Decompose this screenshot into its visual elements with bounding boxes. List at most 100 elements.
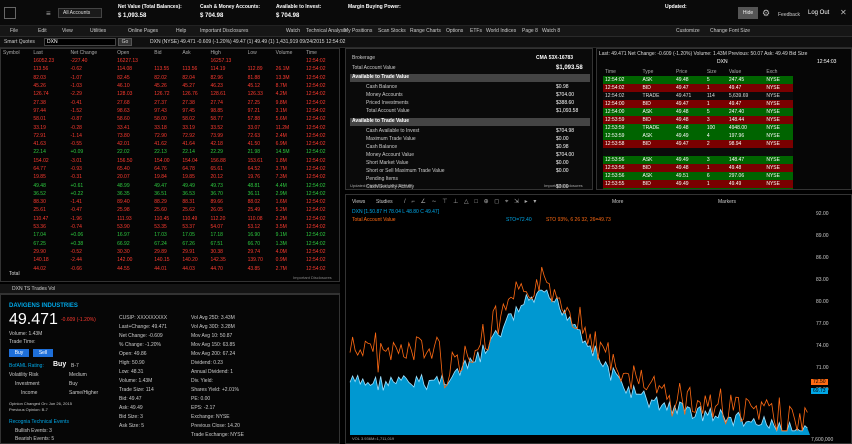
table-cell <box>1 123 31 131</box>
column-header[interactable]: Open <box>115 49 152 57</box>
layout-tab-watch-8[interactable]: Watch 8 <box>542 28 560 34</box>
table-row[interactable]: 29.90 -0.52 30.30 29.89 29.91 30.38 29.74 4.0M 1… <box>1 248 339 256</box>
tas-cell: 1 <box>704 100 727 108</box>
table-row[interactable]: 110.47 -1.96 111.93 110.45 110.49 112.20 110.0… <box>1 215 339 223</box>
menu-help[interactable]: Help <box>176 28 186 34</box>
gear-icon[interactable]: ⚙ <box>762 8 770 19</box>
feedback-link[interactable]: Feedback <box>778 12 800 18</box>
customize-button[interactable]: Customize <box>676 28 700 34</box>
layout-tab-options[interactable]: Options <box>446 28 463 34</box>
table-cell: 53.12 <box>247 224 261 231</box>
layout-tab-etfs[interactable]: ETFs <box>470 28 482 34</box>
column-header[interactable]: Size <box>705 68 727 76</box>
buy-button[interactable]: Buy <box>9 349 29 357</box>
table-row[interactable]: 17.04 +0.06 16.97 17.03 17.05 17.18 16.90 9.1M 1… <box>1 231 339 239</box>
table-row[interactable]: 27.38 -0.41 27.68 27.37 27.38 27.74 27.25 9.8M 1… <box>1 98 339 106</box>
table-row[interactable]: 88.30 -1.41 89.40 88.29 88.31 89.66 88.02 1.6M 1… <box>1 198 339 206</box>
price-change: -0.609 (-1.20%) <box>61 317 96 323</box>
events-title[interactable]: Recognia Technical Events <box>9 419 69 425</box>
table-cell: 113.56 <box>182 66 198 73</box>
watchlist-disclosure-link[interactable]: Important Disclosures <box>293 275 332 280</box>
grid-icon[interactable] <box>4 7 16 19</box>
table-row[interactable]: 113.56 -0.62 114.08 113.55 113.56 114.19 112.8… <box>1 65 339 73</box>
menu-important-disclosures[interactable]: Important Disclosures <box>200 28 248 34</box>
y-tick-label: 92.00 <box>816 211 829 217</box>
layout-tab-page-8[interactable]: Page 8 <box>522 28 538 34</box>
table-row[interactable]: 72.91 -1.14 73.80 72.90 72.92 73.99 72.63 2.4M 1… <box>1 132 339 140</box>
column-header[interactable]: Ask <box>180 49 208 57</box>
tas-time: 12:54:03 <box>817 59 837 65</box>
table-row[interactable]: 64.77 -0.93 65.40 64.76 64.78 65.61 64.52 3.7M 1… <box>1 165 339 173</box>
table-row[interactable]: 33.19 -0.28 33.41 33.18 33.19 33.52 33.07 11.2M… <box>1 123 339 131</box>
layout-tab-world-indices[interactable]: World Indices <box>486 28 516 34</box>
menu-icon[interactable]: ≡ <box>46 9 51 18</box>
table-row[interactable]: 22.14 +0.09 22.02 22.13 22.14 22.29 21.98 14.5M… <box>1 148 339 156</box>
tas-table: Time Type Price Size Value Exch 12:54:02 ASK 49… <box>603 68 793 189</box>
column-header[interactable]: Type <box>641 68 675 76</box>
column-header[interactable]: Time <box>304 49 339 57</box>
column-header[interactable]: Low <box>246 49 274 57</box>
hide-button[interactable]: Hide <box>738 7 758 19</box>
column-header[interactable]: Exch <box>764 68 793 76</box>
menu-view[interactable]: View <box>62 28 73 34</box>
smart-quotes-label[interactable]: Smart Quotes <box>4 39 35 45</box>
layout-tab-scan-stocks[interactable]: Scan Stocks <box>378 28 406 34</box>
menu-online-pages[interactable]: Online Pages <box>128 28 158 34</box>
symbol-input[interactable]: DXN <box>44 38 116 46</box>
table-cell: 126.76 <box>182 91 198 98</box>
column-header[interactable]: Value <box>727 68 765 76</box>
go-button[interactable]: Go <box>118 38 132 46</box>
column-header[interactable]: Volume <box>274 49 304 57</box>
account-selector[interactable]: All Accounts <box>58 8 102 18</box>
table-row[interactable]: 19.85 -0.31 20.07 19.84 19.85 20.12 19.76 7.3M 1… <box>1 173 339 181</box>
table-row[interactable]: 44.02 -0.66 44.55 44.01 44.03 44.70 43.85 2.7M 1… <box>1 264 339 272</box>
balance-label: Cash Balance <box>366 84 398 90</box>
table-cell: 73.80 <box>117 132 130 139</box>
menu-utilities[interactable]: Utilities <box>90 28 106 34</box>
layout-tab-watch[interactable]: Watch <box>286 28 300 34</box>
column-header[interactable]: Last <box>31 49 68 57</box>
detail-tab[interactable]: DXN TS Trades Vol <box>12 286 55 292</box>
tas-cell: 12:53:55 <box>603 180 641 188</box>
table-cell <box>1 140 31 148</box>
table-row[interactable]: 41.63 -0.55 42.01 41.62 41.64 42.18 41.50 6.9M 1… <box>1 140 339 148</box>
table-row[interactable]: 49.48 +0.61 48.99 49.47 49.49 49.73 48.81 4.4M 1… <box>1 181 339 189</box>
table-cell: 12:54:02 <box>306 215 326 222</box>
table-row[interactable]: 58.01 -0.87 58.60 58.00 58.02 58.77 57.88 5.6M 1… <box>1 115 339 123</box>
rating-value: B-7 <box>71 363 79 369</box>
close-icon[interactable]: ✕ <box>840 8 847 17</box>
table-cell: -0.62 <box>70 66 82 73</box>
menu-file[interactable]: File <box>10 28 18 34</box>
table-row[interactable]: 154.02 -3.01 156.50 154.00 154.04 156.88 153.6… <box>1 157 339 165</box>
column-header[interactable]: Bid <box>152 49 180 57</box>
sell-button[interactable]: Sell <box>33 349 53 357</box>
layout-tab-my-positions[interactable]: My Positions <box>344 28 372 34</box>
column-header[interactable]: Price <box>674 68 705 76</box>
table-row[interactable]: 45.26 -1.03 46.10 45.26 45.27 46.23 45.12 8.7M 1… <box>1 82 339 90</box>
table-row[interactable]: 16052.23 -227.40 16227.13 16257.13 12:54:02 <box>1 57 339 65</box>
change-font-size-button[interactable]: Change Font Size <box>710 28 750 34</box>
layout-tab-technical-analysis[interactable]: Technical Analysis <box>306 28 347 34</box>
table-row[interactable]: 25.61 -0.47 25.98 25.60 25.62 26.05 25.49 5.2M 1… <box>1 206 339 214</box>
tas-cell: ASK <box>640 132 675 140</box>
table-row[interactable]: 36.52 +0.22 36.35 36.51 36.53 36.70 36.11 2.9M 1… <box>1 190 339 198</box>
table-row[interactable]: 82.03 -1.07 82.45 82.02 82.04 82.96 81.88 13.3M… <box>1 74 339 82</box>
column-header[interactable]: High <box>208 49 245 57</box>
tas-row: 12:54:02 BID 49.47 1 49.47 NYSE <box>603 84 793 92</box>
menu-edit[interactable]: Edit <box>38 28 47 34</box>
table-row[interactable]: 126.74 -2.29 128.03 126.72 126.76 128.61 126.3… <box>1 90 339 98</box>
table-cell: 27.74 <box>210 99 223 106</box>
table-row[interactable]: 53.36 -0.74 53.90 53.35 53.37 54.07 53.12 3.5M 1… <box>1 223 339 231</box>
column-header[interactable]: Symbol <box>1 49 31 57</box>
logout-button[interactable]: Log Out <box>808 10 829 16</box>
column-header[interactable]: Net Change <box>69 49 116 57</box>
layout-tab-range-charts[interactable]: Range Charts <box>410 28 441 34</box>
table-row[interactable]: 67.25 +0.38 66.92 67.24 67.26 67.51 66.70 1.3M 1… <box>1 240 339 248</box>
price-chart[interactable] <box>346 195 851 444</box>
table-row[interactable]: 140.18 -2.44 142.00 140.15 140.20 142.35 139.7… <box>1 256 339 264</box>
table-row[interactable]: 97.44 -1.52 98.63 97.43 97.45 98.85 97.21 3.1M 1… <box>1 107 339 115</box>
balances-disclosure-link[interactable]: Important Disclosures <box>544 183 583 188</box>
table-cell: -0.55 <box>70 141 82 148</box>
tas-cell <box>704 148 727 156</box>
column-header[interactable]: Time <box>603 68 641 76</box>
